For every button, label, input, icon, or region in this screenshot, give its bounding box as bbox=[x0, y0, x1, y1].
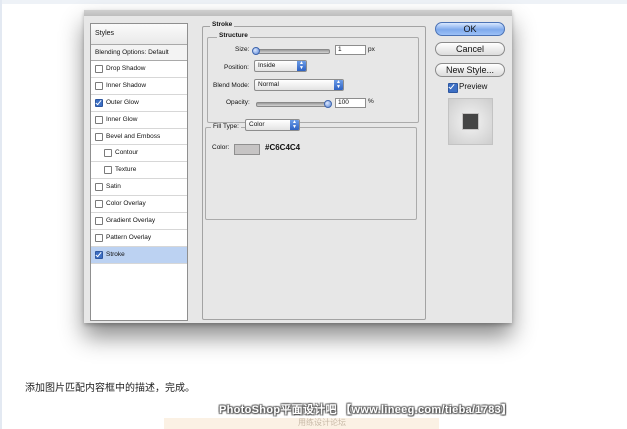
style-item-checkbox[interactable] bbox=[104, 166, 112, 175]
style-item-checkbox[interactable] bbox=[95, 200, 103, 209]
style-item[interactable]: Contour bbox=[91, 145, 187, 163]
preview-thumbnail bbox=[462, 113, 479, 130]
style-item-label: Inner Glow bbox=[106, 115, 138, 123]
position-select[interactable]: Inside ▲ ▼ bbox=[254, 60, 307, 72]
cancel-button[interactable]: Cancel bbox=[435, 42, 505, 56]
notice-text: 用练设计论坛 bbox=[298, 418, 346, 427]
style-item-checkbox[interactable] bbox=[104, 149, 112, 158]
size-input[interactable] bbox=[335, 45, 366, 55]
style-item[interactable]: Gradient Overlay bbox=[91, 213, 187, 230]
preview-label: Preview bbox=[459, 82, 488, 91]
position-value: Inside bbox=[258, 62, 276, 69]
style-item-label: Outer Glow bbox=[106, 98, 139, 106]
preview-checkbox[interactable] bbox=[448, 83, 458, 93]
ok-button[interactable]: OK bbox=[435, 22, 505, 36]
style-item-label: Stroke bbox=[106, 250, 125, 258]
styles-header[interactable]: Styles bbox=[91, 24, 187, 45]
opacity-slider[interactable] bbox=[256, 102, 330, 107]
fill-type-select[interactable]: Color ▲ ▼ bbox=[245, 119, 300, 131]
article-caption: 添加图片匹配内容框中的描述，完成。 bbox=[25, 383, 195, 394]
blend-mode-select[interactable]: Normal ▲ ▼ bbox=[254, 79, 344, 91]
style-item[interactable]: Inner Shadow bbox=[91, 78, 187, 95]
color-label: Color: bbox=[212, 144, 230, 151]
style-item[interactable]: Stroke bbox=[91, 246, 187, 264]
style-item-label: Inner Shadow bbox=[106, 81, 147, 89]
style-item[interactable]: Texture bbox=[91, 162, 187, 180]
dialog-titlebar bbox=[84, 10, 512, 16]
popup-arrows-icon: ▲ ▼ bbox=[290, 120, 299, 130]
style-items: Drop Shadow Inner Shadow Outer Glow Inner G… bbox=[91, 61, 187, 264]
fill-type-label: Fill Type: bbox=[211, 123, 241, 130]
style-preview bbox=[448, 98, 493, 145]
style-item[interactable]: Bevel and Emboss bbox=[91, 129, 187, 146]
fill-type-value: Color bbox=[249, 121, 265, 128]
size-slider[interactable] bbox=[256, 49, 330, 54]
style-item-label: Satin bbox=[106, 183, 121, 191]
style-item-label: Drop Shadow bbox=[106, 65, 146, 72]
popup-arrows-icon: ▲ ▼ bbox=[297, 61, 306, 71]
opacity-unit: % bbox=[368, 98, 374, 105]
style-item-checkbox[interactable] bbox=[95, 98, 103, 107]
style-item[interactable]: Drop Shadow bbox=[91, 61, 187, 78]
notice-bar: 用练设计论坛 bbox=[164, 418, 439, 429]
style-item-label: Gradient Overlay bbox=[106, 217, 156, 225]
style-item-label: Bevel and Emboss bbox=[106, 132, 161, 140]
stroke-color-swatch[interactable] bbox=[234, 144, 260, 155]
style-item[interactable]: Inner Glow bbox=[91, 112, 187, 129]
blend-mode-label: Blend Mode: bbox=[213, 82, 250, 89]
page-left-rule bbox=[0, 0, 2, 429]
style-item-label: Texture bbox=[115, 166, 137, 174]
layer-style-dialog-screenshot: Styles Blending Options: Default Drop Sh… bbox=[84, 10, 512, 323]
blend-mode-value: Normal bbox=[258, 81, 279, 88]
style-item-checkbox[interactable] bbox=[95, 216, 103, 225]
position-label: Position: bbox=[224, 64, 249, 71]
popup-arrows-icon: ▲ ▼ bbox=[334, 80, 343, 90]
style-item-label: Contour bbox=[115, 149, 139, 157]
style-item-checkbox[interactable] bbox=[95, 183, 103, 192]
opacity-input[interactable] bbox=[335, 98, 366, 108]
style-item[interactable]: Pattern Overlay bbox=[91, 230, 187, 247]
style-item[interactable]: Outer Glow bbox=[91, 95, 187, 112]
style-item[interactable]: Satin bbox=[91, 179, 187, 197]
style-item-label: Color Overlay bbox=[106, 200, 146, 208]
size-label: Size: bbox=[235, 46, 250, 53]
opacity-slider-knob[interactable] bbox=[324, 100, 332, 108]
blending-options-item[interactable]: Blending Options: Default bbox=[91, 45, 187, 61]
opacity-label: Opacity: bbox=[226, 99, 250, 106]
page-top-rule bbox=[0, 0, 627, 4]
style-item[interactable]: Color Overlay bbox=[91, 196, 187, 214]
styles-list: Styles Blending Options: Default Drop Sh… bbox=[90, 23, 188, 321]
style-item-checkbox[interactable] bbox=[95, 81, 103, 90]
stroke-group-title: Stroke bbox=[210, 21, 235, 28]
style-item-checkbox[interactable] bbox=[95, 250, 103, 259]
style-item-label: Pattern Overlay bbox=[106, 233, 152, 241]
style-item-checkbox[interactable] bbox=[95, 115, 103, 124]
structure-group-title: Structure bbox=[217, 32, 250, 39]
new-style-button[interactable]: New Style... bbox=[435, 63, 505, 77]
style-item-checkbox[interactable] bbox=[95, 132, 103, 141]
size-unit: px bbox=[368, 46, 375, 53]
watermark: PhotoShop平面设计吧 【www.lineeg.com/tieba/178… bbox=[219, 404, 513, 416]
fill-panel bbox=[205, 127, 417, 220]
style-item-checkbox[interactable] bbox=[95, 233, 103, 242]
style-item-checkbox[interactable] bbox=[95, 64, 103, 73]
stroke-color-hex: #C6C4C4 bbox=[265, 143, 301, 152]
size-slider-knob[interactable] bbox=[252, 47, 260, 55]
